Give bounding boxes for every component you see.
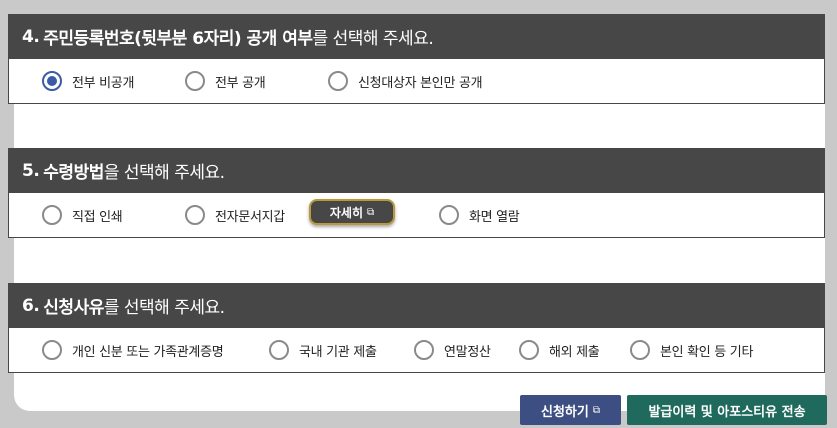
option-label: 화면 열람 bbox=[469, 209, 520, 225]
option-label: 해외 제출 bbox=[549, 344, 600, 360]
external-link-icon: ⧉ bbox=[592, 404, 600, 416]
section-number: 6. bbox=[22, 295, 40, 316]
option-all-private[interactable]: 전부 비공개 bbox=[42, 71, 134, 91]
detail-button[interactable]: 자세히 ⧉ bbox=[309, 199, 395, 225]
option-direct-print[interactable]: 직접 인쇄 bbox=[42, 205, 123, 225]
radio-button[interactable] bbox=[42, 205, 62, 225]
option-label: 본인 확인 등 기타 bbox=[660, 344, 754, 360]
radio-button[interactable] bbox=[519, 340, 539, 360]
send-history-apostille-button[interactable]: 발급이력 및 아포스티유 전송 bbox=[627, 395, 827, 425]
external-link-icon: ⧉ bbox=[366, 206, 375, 218]
section-number: 5. bbox=[22, 160, 40, 181]
section-title: 신청사유 bbox=[43, 298, 104, 318]
detail-button-label: 자세히 bbox=[329, 205, 363, 220]
option-other[interactable]: 본인 확인 등 기타 bbox=[630, 340, 753, 360]
radio-button[interactable] bbox=[269, 340, 289, 360]
section-receive-method: 5. 수령방법 을 선택해 주세요. 직접 인쇄 전자문서지갑 자세히 ⧉ 화면… bbox=[8, 148, 825, 238]
radio-button[interactable] bbox=[414, 340, 434, 360]
option-label: 신청대상자 본인만 공개 bbox=[358, 75, 483, 91]
option-group: 직접 인쇄 전자문서지갑 자세히 ⧉ 화면 열람 bbox=[8, 193, 825, 238]
section-title: 수령방법 bbox=[43, 163, 104, 183]
option-overseas[interactable]: 해외 제출 bbox=[519, 340, 600, 360]
section-request-reason: 6. 신청사유 를 선택해 주세요. 개인 신분 또는 가족관계증명 국내 기관… bbox=[8, 283, 825, 373]
option-e-wallet[interactable]: 전자문서지갑 bbox=[185, 205, 285, 225]
radio-button[interactable] bbox=[42, 71, 62, 91]
section-number: 4. bbox=[22, 26, 40, 47]
radio-button[interactable] bbox=[328, 71, 348, 91]
option-group: 개인 신분 또는 가족관계증명 국내 기관 제출 연말정산 해외 제출 본인 확… bbox=[8, 328, 825, 373]
radio-button[interactable] bbox=[42, 340, 62, 360]
apply-button-label: 신청하기 bbox=[541, 404, 589, 420]
section-header: 4. 주민등록번호(뒷부분 6자리) 공개 여부 를 선택해 주세요. bbox=[8, 14, 825, 59]
option-all-public[interactable]: 전부 공개 bbox=[185, 71, 266, 91]
section-title: 주민등록번호(뒷부분 6자리) 공개 여부 bbox=[43, 29, 313, 49]
option-label: 연말정산 bbox=[444, 344, 491, 360]
send-button-label: 발급이력 및 아포스티유 전송 bbox=[648, 404, 806, 420]
option-label: 직접 인쇄 bbox=[72, 209, 123, 225]
radio-button[interactable] bbox=[439, 205, 459, 225]
option-label: 전자문서지갑 bbox=[215, 209, 285, 225]
option-label: 국내 기관 제출 bbox=[299, 344, 377, 360]
section-rrn-disclosure: 4. 주민등록번호(뒷부분 6자리) 공개 여부 를 선택해 주세요. 전부 비… bbox=[8, 14, 825, 104]
option-group: 전부 비공개 전부 공개 신청대상자 본인만 공개 bbox=[8, 59, 825, 104]
option-screen-view[interactable]: 화면 열람 bbox=[439, 205, 520, 225]
section-header: 5. 수령방법 을 선택해 주세요. bbox=[8, 148, 825, 193]
option-identity-family[interactable]: 개인 신분 또는 가족관계증명 bbox=[42, 340, 224, 360]
radio-button[interactable] bbox=[630, 340, 650, 360]
section-title-rest: 를 선택해 주세요. bbox=[103, 298, 225, 318]
option-label: 개인 신분 또는 가족관계증명 bbox=[72, 344, 224, 360]
section-header: 6. 신청사유 를 선택해 주세요. bbox=[8, 283, 825, 328]
option-domestic-agency[interactable]: 국내 기관 제출 bbox=[269, 340, 377, 360]
section-title-rest: 을 선택해 주세요. bbox=[103, 163, 225, 183]
option-year-end-tax[interactable]: 연말정산 bbox=[414, 340, 491, 360]
option-label: 전부 비공개 bbox=[72, 75, 135, 91]
option-label: 전부 공개 bbox=[215, 75, 266, 91]
option-self-only[interactable]: 신청대상자 본인만 공개 bbox=[328, 71, 483, 91]
radio-button[interactable] bbox=[185, 205, 205, 225]
apply-button[interactable]: 신청하기 ⧉ bbox=[520, 395, 621, 425]
radio-button[interactable] bbox=[185, 71, 205, 91]
section-title-rest: 를 선택해 주세요. bbox=[312, 29, 434, 49]
